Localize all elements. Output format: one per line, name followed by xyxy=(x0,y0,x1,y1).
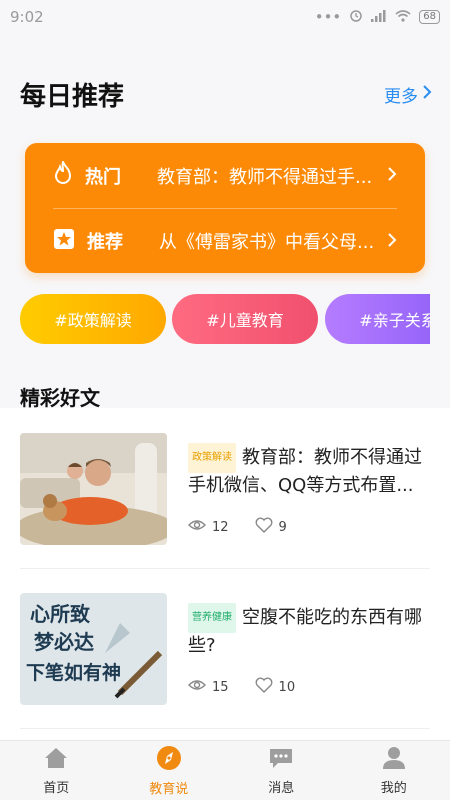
user-icon xyxy=(381,746,407,774)
more-link[interactable]: 更多 xyxy=(384,82,432,107)
eye-icon xyxy=(188,519,206,535)
view-count-value: 12 xyxy=(212,519,229,535)
like-count[interactable]: 10 xyxy=(255,677,296,697)
flame-icon xyxy=(53,159,73,190)
star-icon xyxy=(53,228,75,255)
chip-policy[interactable]: #政策解读 xyxy=(20,294,166,344)
featured-row-hot[interactable]: 热门 教育部：教师不得通过手... xyxy=(53,143,397,208)
article-body: 营养健康 空腹不能吃的东西有哪些? xyxy=(188,603,430,659)
featured-text: 教育部：教师不得通过手... xyxy=(157,166,373,188)
featured-tag: 推荐 xyxy=(87,232,123,253)
chip-label: #亲子关系 xyxy=(359,311,430,330)
tab-label: 首页 xyxy=(43,780,70,796)
article-title: 营养健康 空腹不能吃的东西有哪些? xyxy=(188,603,430,659)
view-count: 12 xyxy=(188,519,229,535)
heart-icon xyxy=(255,517,273,537)
article-stats: 12 9 xyxy=(188,517,305,537)
article-body: 政策解读 教育部：教师不得通过手机微信、QQ等方式布置... xyxy=(188,443,430,499)
more-label: 更多 xyxy=(384,87,418,107)
section-title: 精彩好文 xyxy=(20,386,100,410)
divider xyxy=(20,568,430,569)
header: 每日推荐 更多 xyxy=(20,76,432,113)
message-icon xyxy=(268,746,294,774)
bottom-tab-bar: 首页 教育说 消息 我的 xyxy=(0,740,450,800)
signal-icon xyxy=(371,8,387,26)
article-list: 政策解读 教育部：教师不得通过手机微信、QQ等方式布置... 12 9 心所致 梦… xyxy=(0,408,450,740)
chip-label: #政策解读 xyxy=(54,311,132,330)
alarm-icon xyxy=(349,8,363,26)
chevron-right-icon xyxy=(422,84,432,105)
tab-profile[interactable]: 我的 xyxy=(338,741,450,800)
article-card[interactable]: 心所致 梦必达 下笔如有神 营养健康 空腹不能吃的东西有哪些? 15 10 xyxy=(20,593,430,705)
tab-messages[interactable]: 消息 xyxy=(225,741,338,800)
featured-row-recommend[interactable]: 推荐 从《傅雷家书》中看父母... xyxy=(53,208,397,273)
status-bar: 9:02 ••• 68 xyxy=(0,0,450,34)
eye-icon xyxy=(188,679,206,695)
tab-education[interactable]: 教育说 xyxy=(113,741,226,800)
like-count-value: 9 xyxy=(278,519,287,535)
battery-indicator: 68 xyxy=(419,10,440,24)
chip-label: #儿童教育 xyxy=(206,311,284,330)
category-badge: 政策解读 xyxy=(188,443,236,473)
category-badge: 营养健康 xyxy=(188,603,236,633)
article-thumbnail xyxy=(20,433,167,545)
view-count: 15 xyxy=(188,679,229,695)
tab-label: 消息 xyxy=(268,780,295,796)
svg-text:梦必达: 梦必达 xyxy=(34,630,94,654)
status-time: 9:02 xyxy=(10,8,44,26)
article-card[interactable]: 政策解读 教育部：教师不得通过手机微信、QQ等方式布置... 12 9 xyxy=(20,433,430,545)
article-stats: 15 10 xyxy=(188,677,313,697)
divider xyxy=(20,728,430,729)
wifi-icon xyxy=(395,8,411,26)
svg-text:下笔如有神: 下笔如有神 xyxy=(26,661,121,684)
view-count-value: 15 xyxy=(212,679,229,695)
tab-label: 我的 xyxy=(380,780,407,796)
category-chips: #政策解读 #儿童教育 #亲子关系 xyxy=(20,294,430,344)
more-dots-icon: ••• xyxy=(314,8,342,26)
tab-home[interactable]: 首页 xyxy=(0,741,113,800)
chevron-right-icon xyxy=(387,163,397,188)
chip-parent-child[interactable]: #亲子关系 xyxy=(325,294,430,344)
svg-text:心所致: 心所致 xyxy=(30,602,91,626)
featured-card: 热门 教育部：教师不得通过手... 推荐 从《傅雷家书》中看父母... xyxy=(25,143,425,273)
compass-icon xyxy=(156,745,182,775)
article-title: 政策解读 教育部：教师不得通过手机微信、QQ等方式布置... xyxy=(188,443,430,499)
article-thumbnail: 心所致 梦必达 下笔如有神 xyxy=(20,593,167,705)
heart-icon xyxy=(255,677,273,697)
featured-text: 从《傅雷家书》中看父母... xyxy=(159,232,375,253)
status-icons: ••• 68 xyxy=(315,8,440,26)
featured-tag: 热门 xyxy=(85,166,121,188)
like-count[interactable]: 9 xyxy=(255,517,287,537)
like-count-value: 10 xyxy=(278,679,296,695)
chip-child-education[interactable]: #儿童教育 xyxy=(172,294,318,344)
page-title: 每日推荐 xyxy=(20,82,125,112)
home-icon xyxy=(43,746,69,774)
tab-label: 教育说 xyxy=(149,781,189,797)
chevron-right-icon xyxy=(387,229,397,254)
